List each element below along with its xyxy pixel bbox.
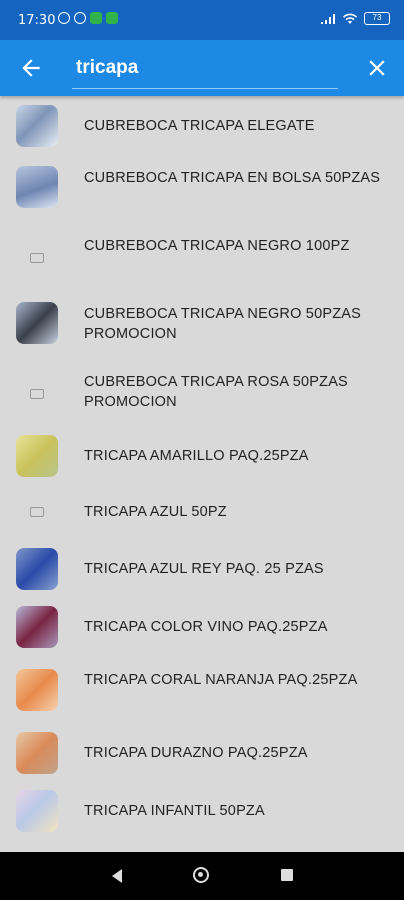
list-item[interactable]: TRICAPA INFANTIL 50PZA <box>0 782 404 840</box>
search-field-wrapper <box>72 50 346 89</box>
status-time: 17:30 <box>18 13 56 28</box>
product-name: CUBREBOCA TRICAPA NEGRO 50PZAS PROMOCION <box>84 306 362 342</box>
list-item[interactable]: TRICAPA COLOR VINO PAQ.25PZA <box>0 598 404 656</box>
list-item[interactable]: CUBREBOCA TRICAPA EN BOLSA 50PZAS <box>0 156 404 224</box>
nav-back-icon[interactable] <box>112 869 122 883</box>
system-navigation-bar <box>0 852 404 900</box>
list-item[interactable]: TRICAPA DURAZNO PAQ.25PZA <box>0 724 404 782</box>
product-thumbnail <box>16 732 58 774</box>
product-name: TRICAPA AZUL REY PAQ. 25 PZAS <box>84 561 324 577</box>
list-item[interactable]: TRICAPA AMARILLO PAQ.25PZA <box>0 428 404 484</box>
product-name: TRICAPA DURAZNO PAQ.25PZA <box>84 745 308 761</box>
product-thumbnail <box>16 435 58 477</box>
product-thumbnail <box>16 548 58 590</box>
image-placeholder-icon <box>30 253 44 263</box>
product-thumbnail <box>16 669 58 711</box>
product-name: TRICAPA COLOR VINO PAQ.25PZA <box>84 619 328 635</box>
list-item[interactable]: TRICAPA AZUL REY PAQ. 25 PZAS <box>0 540 404 598</box>
whatsapp-business-icon <box>106 12 118 24</box>
product-name: CUBREBOCA TRICAPA ROSA 50PZAS PROMOCION <box>84 374 348 410</box>
results-list: CUBREBOCA TRICAPA ELEGATE CUBREBOCA TRIC… <box>0 96 404 852</box>
image-placeholder-icon <box>30 507 44 517</box>
search-input[interactable] <box>72 50 346 86</box>
arrow-left-icon[interactable] <box>18 55 44 81</box>
product-thumbnail <box>16 166 58 208</box>
product-thumbnail <box>16 606 58 648</box>
product-thumbnail <box>16 105 58 147</box>
product-name: CUBREBOCA TRICAPA NEGRO 100PZ <box>84 238 350 254</box>
alarm-icon <box>74 12 86 24</box>
product-thumbnail <box>16 302 58 344</box>
product-name: CUBREBOCA TRICAPA EN BOLSA 50PZAS <box>84 170 381 186</box>
sync-icon <box>58 12 70 24</box>
search-app-bar <box>0 40 404 96</box>
battery-icon: 73 <box>364 12 390 25</box>
list-item[interactable]: CUBREBOCA TRICAPA NEGRO 100PZ <box>0 224 404 292</box>
whatsapp-icon <box>90 12 102 24</box>
signal-icon <box>321 13 335 24</box>
product-name: TRICAPA CORAL NARANJA PAQ.25PZA <box>84 672 358 688</box>
wifi-icon <box>343 13 357 24</box>
nav-home-icon[interactable] <box>193 867 209 883</box>
product-thumbnail <box>16 790 58 832</box>
list-item[interactable]: TRICAPA AZUL 50PZ <box>0 484 404 540</box>
nav-recents-icon[interactable] <box>281 869 293 881</box>
list-item[interactable]: CUBREBOCA TRICAPA ROSA 50PZAS PROMOCION <box>0 360 404 428</box>
product-name: TRICAPA AMARILLO PAQ.25PZA <box>84 448 309 464</box>
list-item[interactable]: CUBREBOCA TRICAPA ELEGATE <box>0 96 404 156</box>
status-bar: 17:30 73 <box>0 0 404 40</box>
list-item[interactable]: TRICAPA CORAL NARANJA PAQ.25PZA <box>0 656 404 724</box>
product-name: TRICAPA AZUL 50PZ <box>84 504 227 520</box>
list-item[interactable]: CUBREBOCA TRICAPA NEGRO 50PZAS PROMOCION <box>0 292 404 360</box>
product-name: TRICAPA INFANTIL 50PZA <box>84 803 265 819</box>
system-icons: 73 <box>320 12 390 25</box>
close-icon[interactable] <box>364 55 390 81</box>
image-placeholder-icon <box>30 389 44 399</box>
notification-icons <box>58 12 118 24</box>
product-name: CUBREBOCA TRICAPA ELEGATE <box>84 118 315 134</box>
